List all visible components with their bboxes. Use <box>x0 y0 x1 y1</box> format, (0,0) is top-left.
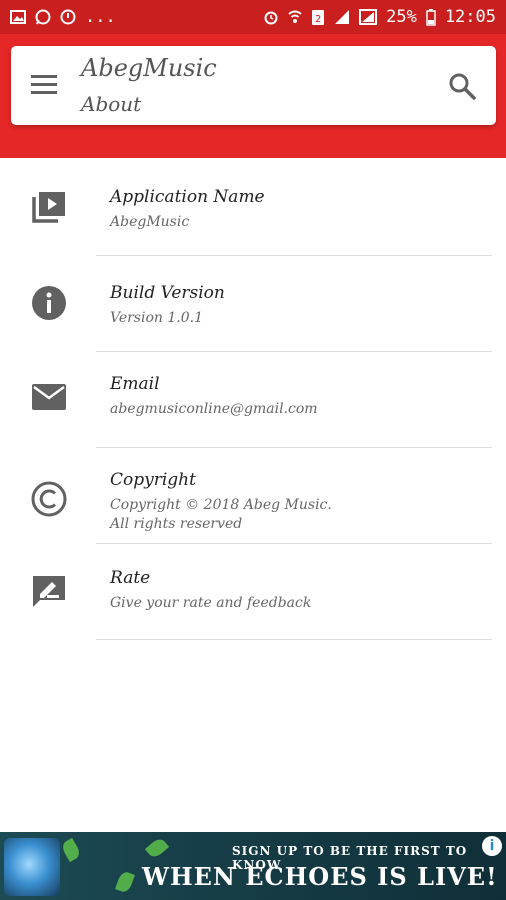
mail-icon <box>30 378 68 416</box>
item-value: Give your rate and feedback <box>110 595 312 611</box>
item-label: Copyright <box>110 470 196 490</box>
leaf-decoration <box>59 837 83 863</box>
item-value: AbegMusic <box>110 214 190 230</box>
signal-icon <box>334 9 350 25</box>
toolbar: AbegMusic About <box>11 46 496 125</box>
leaf-decoration <box>115 870 135 894</box>
app-title: AbegMusic <box>81 54 217 82</box>
status-bar-left: ... <box>10 7 116 27</box>
list-item-application-name[interactable]: Application Name AbegMusic <box>0 160 506 256</box>
status-bar-right: 2 25% 12:05 <box>263 7 496 27</box>
wifi-icon <box>288 9 302 25</box>
copyright-icon <box>30 480 68 518</box>
item-value: Copyright © 2018 Abeg Music. All rights … <box>110 497 332 532</box>
list-item-copyright[interactable]: Copyright Copyright © 2018 Abeg Music. A… <box>0 448 506 544</box>
item-value: abegmusiconline@gmail.com <box>110 401 318 417</box>
list-item-build-version[interactable]: Build Version Version 1.0.1 <box>0 256 506 352</box>
menu-button[interactable] <box>29 72 59 98</box>
sim-icon: 2 <box>311 9 325 26</box>
ad-thumbnail-image <box>4 838 60 896</box>
list-item-rate[interactable]: Rate Give your rate and feedback <box>0 544 506 640</box>
whatsapp-notification-icon <box>35 9 51 25</box>
info-icon <box>30 284 68 322</box>
signal-icon-2 <box>359 9 378 25</box>
page-subtitle: About <box>81 92 142 116</box>
svg-text:2: 2 <box>315 14 321 25</box>
item-label: Rate <box>110 568 151 588</box>
search-icon <box>449 73 476 100</box>
about-list: Application Name AbegMusic Build Version… <box>0 160 506 640</box>
rate-feedback-icon <box>30 572 68 610</box>
more-notifications-indicator: ... <box>85 7 116 27</box>
ad-headline-large: WHEN ECHOES IS LIVE! <box>142 862 498 891</box>
item-value: Version 1.0.1 <box>110 310 203 326</box>
item-label: Build Version <box>110 283 225 303</box>
hamburger-menu-icon <box>31 75 57 94</box>
alarm-icon <box>263 9 279 25</box>
gallery-notification-icon <box>10 10 26 24</box>
video-library-icon <box>30 188 68 226</box>
item-label: Application Name <box>110 187 265 207</box>
divider <box>96 639 492 640</box>
battery-icon <box>426 8 436 26</box>
battery-percent: 25% <box>386 7 417 27</box>
item-label: Email <box>110 374 160 394</box>
status-bar: ... 2 25% 12:05 <box>0 0 506 34</box>
clock: 12:05 <box>444 7 496 27</box>
list-item-email[interactable]: Email abegmusiconline@gmail.com <box>0 352 506 448</box>
power-notification-icon <box>60 9 76 25</box>
ad-banner[interactable]: SIGN UP TO BE THE FIRST TO KNOW WHEN ECH… <box>0 832 506 900</box>
leaf-decoration <box>144 836 170 860</box>
search-button[interactable] <box>446 70 478 102</box>
ad-info-icon[interactable]: i <box>482 836 502 856</box>
